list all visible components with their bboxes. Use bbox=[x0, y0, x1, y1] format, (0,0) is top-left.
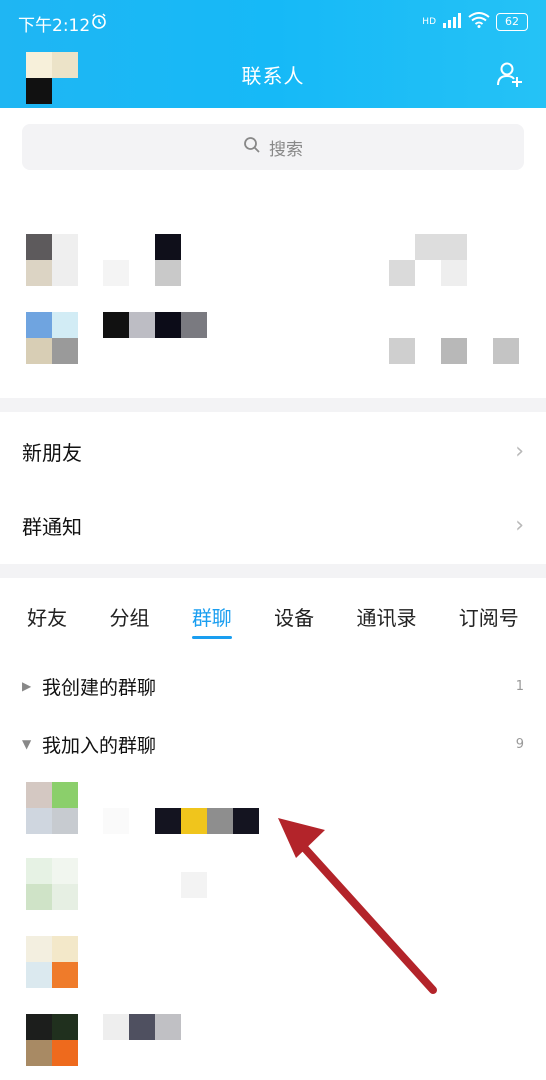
signal-icon bbox=[442, 12, 462, 32]
status-bar: 下午2:12 HD 62 bbox=[0, 0, 546, 44]
menu-item-label: 群通知 bbox=[22, 514, 82, 539]
network-label: HD bbox=[422, 17, 436, 27]
list-item[interactable] bbox=[0, 848, 546, 926]
page-title: 联系人 bbox=[241, 64, 305, 88]
created-groups-header[interactable]: ▶ 我创建的群聊 1 bbox=[0, 661, 546, 711]
list-item[interactable] bbox=[0, 770, 546, 848]
top-header: 下午2:12 HD 62 联系人 bbox=[0, 0, 546, 108]
tab-friends[interactable]: 好友 bbox=[21, 594, 73, 639]
search-placeholder: 搜索 bbox=[269, 139, 303, 160]
joined-groups-header[interactable]: ▼ 我加入的群聊 9 bbox=[0, 719, 546, 769]
tab-devices[interactable]: 设备 bbox=[268, 594, 320, 639]
group-notification-item[interactable]: 群通知 › bbox=[0, 488, 546, 562]
list-item[interactable] bbox=[0, 1004, 546, 1080]
wifi-icon bbox=[468, 12, 490, 32]
tab-subscriptions[interactable]: 订阅号 bbox=[453, 594, 525, 639]
status-time: 下午2:12 bbox=[18, 16, 91, 36]
new-friends-item[interactable]: 新朋友 › bbox=[0, 414, 546, 488]
list-item[interactable] bbox=[0, 218, 546, 296]
tab-groups[interactable]: 分组 bbox=[103, 594, 155, 639]
group-count: 9 bbox=[515, 736, 524, 752]
search-input[interactable]: 搜索 bbox=[22, 124, 524, 170]
menu-item-label: 新朋友 bbox=[22, 440, 82, 465]
alarm-icon bbox=[90, 12, 108, 34]
search-icon bbox=[243, 136, 261, 159]
add-contact-icon[interactable] bbox=[496, 60, 524, 92]
contact-tabs: 好友 分组 群聊 设备 通讯录 订阅号 bbox=[0, 588, 546, 644]
chevron-right-icon: › bbox=[515, 512, 524, 538]
tab-group-chats[interactable]: 群聊 bbox=[186, 594, 238, 639]
triangle-right-icon: ▶ bbox=[22, 679, 32, 693]
chevron-right-icon: › bbox=[515, 438, 524, 464]
section-divider bbox=[0, 564, 546, 578]
list-item[interactable] bbox=[0, 926, 546, 1004]
status-icons: HD 62 bbox=[422, 12, 528, 32]
group-count: 1 bbox=[515, 678, 524, 694]
list-item[interactable] bbox=[0, 296, 546, 374]
group-header-label: 我创建的群聊 bbox=[42, 676, 157, 699]
battery-indicator: 62 bbox=[496, 13, 528, 31]
tab-address-book[interactable]: 通讯录 bbox=[350, 594, 422, 639]
section-divider bbox=[0, 398, 546, 412]
group-header-label: 我加入的群聊 bbox=[42, 734, 157, 757]
search-section: 搜索 bbox=[0, 108, 546, 398]
triangle-down-icon: ▼ bbox=[22, 737, 32, 751]
